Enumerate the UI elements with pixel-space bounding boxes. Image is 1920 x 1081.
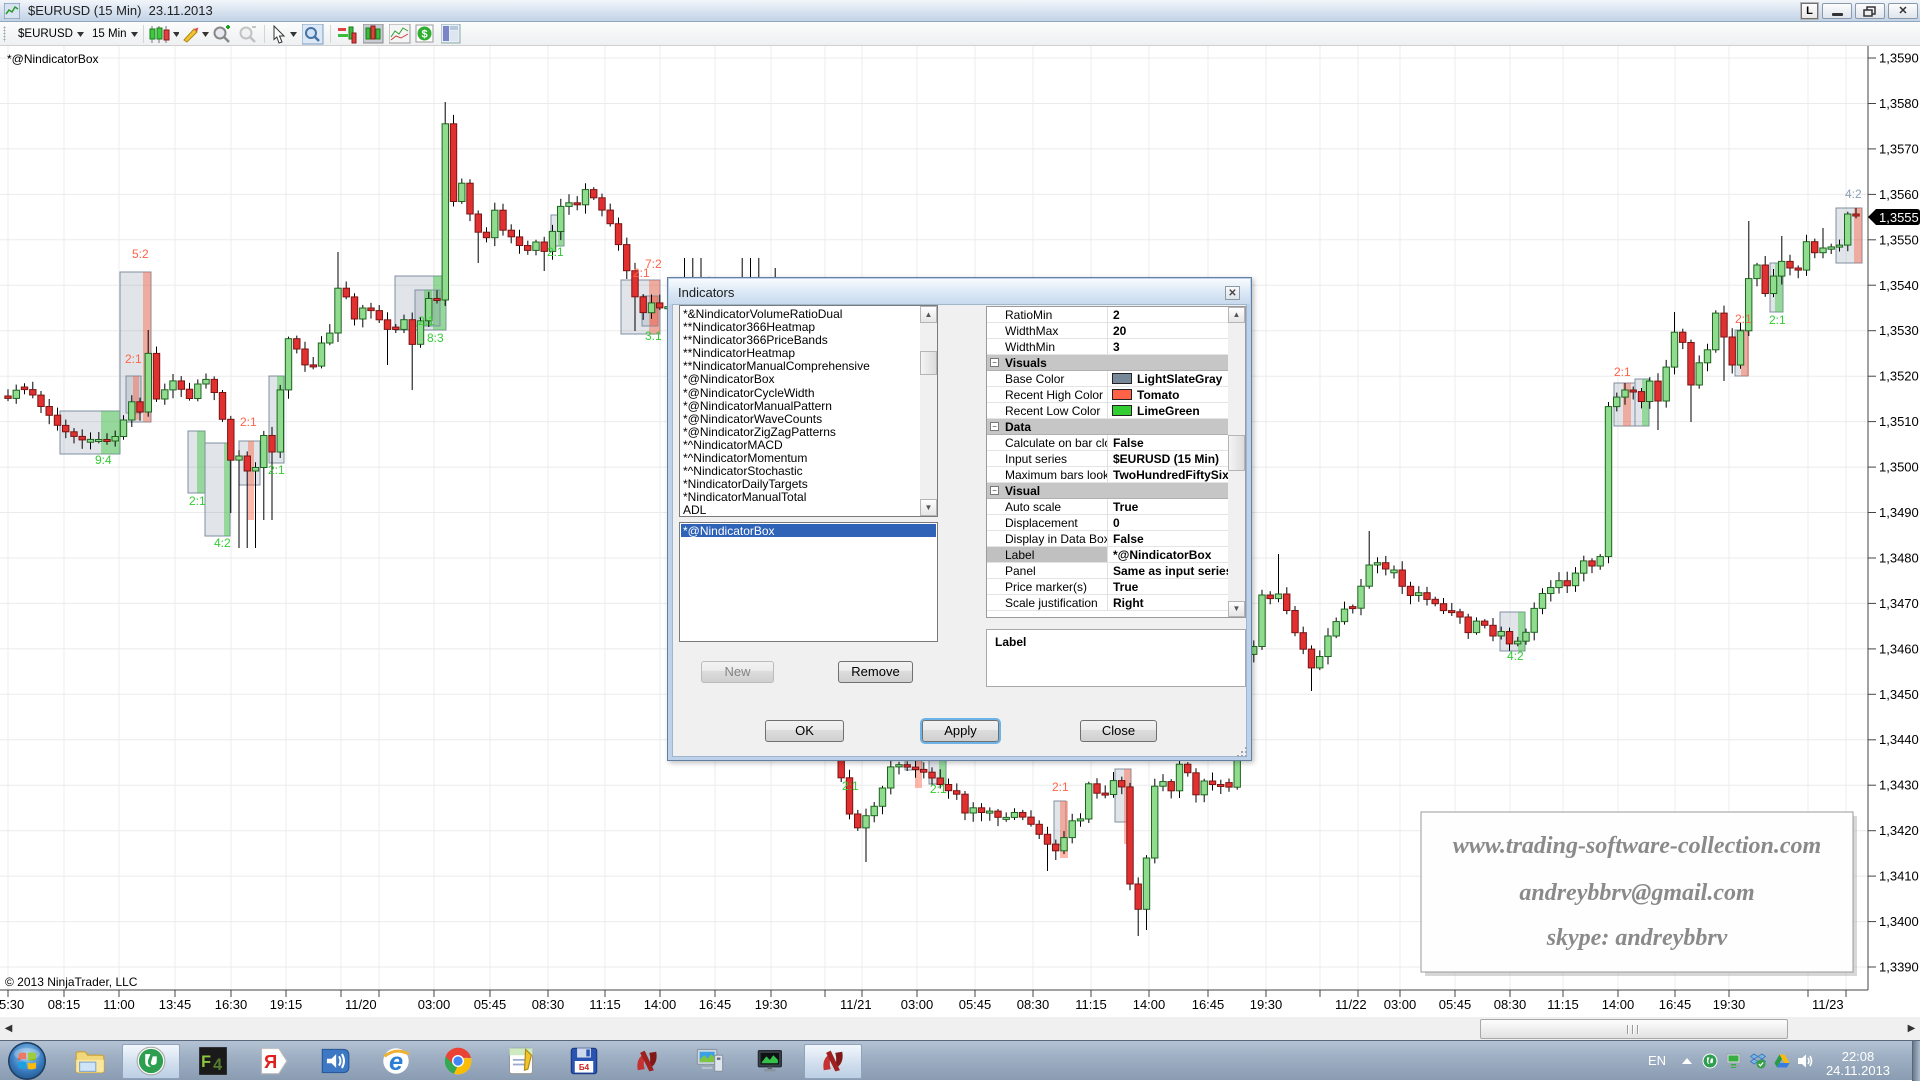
svg-text:andreybbrv@gmail.com: andreybbrv@gmail.com [1519, 880, 1754, 906]
svg-text:1,3520: 1,3520 [1879, 369, 1919, 384]
svg-text:1,3580: 1,3580 [1879, 96, 1919, 111]
svg-text:19:15: 19:15 [270, 997, 303, 1012]
svg-text:5:2: 5:2 [132, 247, 149, 261]
svg-text:11:15: 11:15 [1075, 997, 1107, 1012]
svg-text:2:1: 2:1 [1769, 313, 1786, 327]
svg-text:08:30: 08:30 [1494, 997, 1527, 1012]
svg-text:11/20: 11/20 [345, 997, 377, 1012]
svg-text:16:45: 16:45 [699, 997, 732, 1012]
svg-text:1,3430: 1,3430 [1879, 778, 1919, 793]
svg-text:05:45: 05:45 [474, 997, 507, 1012]
svg-text:19:30: 19:30 [1713, 997, 1746, 1012]
svg-text:Б4: Б4 [579, 1063, 590, 1072]
svg-text:1,3560: 1,3560 [1879, 187, 1919, 202]
svg-text:11:15: 11:15 [1547, 997, 1579, 1012]
svg-text:1,3530: 1,3530 [1879, 323, 1919, 338]
svg-text:1,3555: 1,3555 [1879, 210, 1919, 225]
svg-text:© 2013 NinjaTrader, LLC: © 2013 NinjaTrader, LLC [5, 975, 138, 989]
svg-text:08:15: 08:15 [48, 997, 81, 1012]
svg-text:F: F [201, 1053, 211, 1071]
svg-text:11:00: 11:00 [103, 997, 135, 1012]
svg-text:1,3510: 1,3510 [1879, 414, 1919, 429]
svg-text:4:2: 4:2 [1507, 649, 1524, 663]
svg-text:1,3480: 1,3480 [1879, 551, 1919, 566]
svg-text:1,3390: 1,3390 [1879, 960, 1919, 975]
svg-text:1,3490: 1,3490 [1879, 505, 1919, 520]
svg-text:2:1: 2:1 [125, 352, 142, 366]
svg-text:7:2: 7:2 [645, 257, 662, 271]
svg-text:16:30: 16:30 [215, 997, 248, 1012]
svg-text:8:3: 8:3 [427, 331, 444, 345]
svg-text:1,3540: 1,3540 [1879, 278, 1919, 293]
svg-text:14:00: 14:00 [1602, 997, 1635, 1012]
svg-text:08:30: 08:30 [1017, 997, 1050, 1012]
svg-text:Я: Я [264, 1051, 277, 1072]
svg-text:11/22: 11/22 [1335, 997, 1367, 1012]
svg-text:$: $ [421, 29, 427, 41]
svg-text:2:1: 2:1 [189, 494, 206, 508]
svg-text:1,3570: 1,3570 [1879, 141, 1919, 156]
svg-text:16:45: 16:45 [1192, 997, 1225, 1012]
svg-text:2:1: 2:1 [547, 245, 564, 259]
svg-text:1,3410: 1,3410 [1879, 869, 1919, 884]
svg-text:05:30: 05:30 [0, 997, 24, 1012]
svg-text:4:2: 4:2 [214, 536, 231, 550]
svg-text:11/23: 11/23 [1812, 997, 1844, 1012]
svg-text:1,3550: 1,3550 [1879, 232, 1919, 247]
svg-text:2:1: 2:1 [1052, 780, 1069, 794]
svg-text:19:30: 19:30 [755, 997, 788, 1012]
svg-text:3:1: 3:1 [645, 329, 662, 343]
svg-text:1,3590: 1,3590 [1879, 51, 1919, 66]
svg-text:4: 4 [213, 1056, 222, 1074]
svg-text:2:1: 2:1 [842, 779, 859, 793]
svg-text:1,3470: 1,3470 [1879, 596, 1919, 611]
svg-text:08:30: 08:30 [532, 997, 565, 1012]
svg-text:1,3500: 1,3500 [1879, 460, 1919, 475]
svg-text:14:00: 14:00 [1133, 997, 1166, 1012]
svg-text:05:45: 05:45 [1439, 997, 1472, 1012]
svg-text:05:45: 05:45 [959, 997, 992, 1012]
svg-text:2:1: 2:1 [268, 463, 285, 477]
svg-text:19:30: 19:30 [1250, 997, 1283, 1012]
svg-text:1,3420: 1,3420 [1879, 823, 1919, 838]
svg-text:1,3460: 1,3460 [1879, 641, 1919, 656]
svg-text:2:1: 2:1 [1614, 365, 1631, 379]
svg-text:2:1: 2:1 [240, 415, 257, 429]
svg-text:www.trading-software-collectio: www.trading-software-collection.com [1453, 833, 1821, 859]
svg-text:1,3450: 1,3450 [1879, 687, 1919, 702]
svg-text:2:1: 2:1 [418, 314, 435, 328]
svg-text:*@NindicatorBox: *@NindicatorBox [7, 52, 99, 66]
svg-text:13:45: 13:45 [159, 997, 192, 1012]
svg-text:03:00: 03:00 [418, 997, 451, 1012]
svg-text:1,3400: 1,3400 [1879, 914, 1919, 929]
svg-text:2:1: 2:1 [1735, 312, 1752, 326]
svg-text:14:00: 14:00 [644, 997, 677, 1012]
svg-text:2:1: 2:1 [930, 782, 947, 796]
svg-text:skype: andreybbrv: skype: andreybbrv [1546, 925, 1728, 951]
svg-text:16:45: 16:45 [1659, 997, 1692, 1012]
svg-text:11/21: 11/21 [840, 997, 872, 1012]
svg-text:03:00: 03:00 [1384, 997, 1417, 1012]
svg-text:4:2: 4:2 [1845, 187, 1862, 201]
svg-text:1,3440: 1,3440 [1879, 732, 1919, 747]
svg-text:9:4: 9:4 [95, 453, 112, 467]
svg-text:11:15: 11:15 [589, 997, 621, 1012]
svg-text:03:00: 03:00 [901, 997, 934, 1012]
